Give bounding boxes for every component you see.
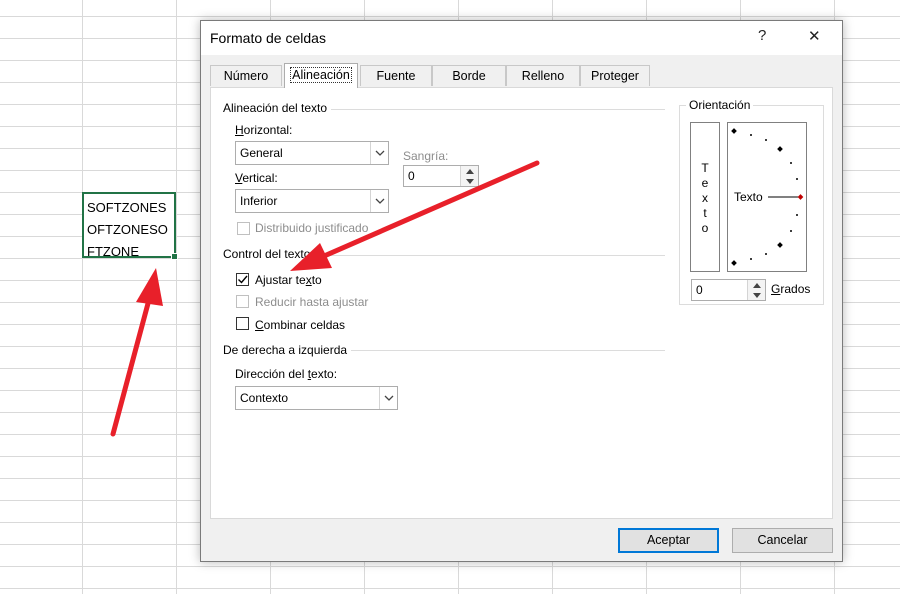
wrap-text-checkbox[interactable] (236, 273, 249, 286)
text-direction-select[interactable]: Contexto (235, 386, 398, 410)
vertical-value: Inferior (240, 194, 278, 208)
stepper-up-icon[interactable] (748, 280, 765, 290)
indent-label: Sangría: (403, 149, 449, 163)
tab-alineacion-label: Alineación (290, 67, 352, 83)
degrees-label: Grados (771, 282, 811, 296)
alignment-panel: Alineación del texto Horizontal: General… (210, 87, 833, 519)
tab-fuente[interactable]: Fuente (360, 65, 432, 86)
degrees-value: 0 (696, 283, 703, 297)
tab-relleno[interactable]: Relleno (506, 65, 580, 86)
indent-stepper[interactable]: 0 (403, 165, 479, 187)
stepper-up-icon[interactable] (461, 166, 478, 176)
fill-handle[interactable] (171, 253, 178, 260)
text-control-group-label: Control del texto (223, 247, 315, 261)
orientation-group: Orientación T e x t o Texto 0 Grados (679, 98, 824, 305)
indent-value: 0 (408, 169, 415, 183)
shrink-to-fit-label: Reducir hasta ajustar (255, 295, 369, 309)
merge-cells-checkbox[interactable] (236, 317, 249, 330)
dial-text-label: Texto (734, 190, 763, 204)
justify-distributed-checkbox[interactable] (237, 222, 250, 235)
tab-alineacion[interactable]: Alineación (284, 63, 358, 88)
shrink-to-fit-checkbox[interactable] (236, 295, 249, 308)
chevron-down-icon (370, 142, 388, 164)
dialog-titlebar: Formato de celdas ? ✕ (201, 21, 842, 55)
rtl-group-label: De derecha a izquierda (223, 343, 352, 357)
horizontal-value: General (240, 146, 283, 160)
vertical-label: Vertical: (235, 171, 278, 185)
tab-proteger[interactable]: Proteger (580, 65, 650, 86)
cell-text-line-3: FTZONE (87, 244, 139, 259)
cell-text-line-1: SOFTZONES (87, 200, 167, 215)
close-button[interactable]: ✕ (808, 27, 821, 45)
horizontal-select[interactable]: General (235, 141, 389, 165)
text-direction-value: Contexto (240, 391, 289, 405)
checkmark-icon (238, 275, 248, 284)
help-button[interactable]: ? (758, 27, 766, 44)
orientation-dial[interactable]: Texto (727, 122, 807, 272)
stepper-down-icon[interactable] (748, 290, 765, 300)
dialog-title: Formato de celdas (210, 30, 326, 46)
selected-cell[interactable]: SOFTZONES OFTZONESO FTZONE (82, 192, 178, 260)
merge-cells-label: Combinar celdas (255, 318, 346, 332)
text-direction-label: Dirección del texto: (235, 367, 338, 381)
justify-distributed-label: Distribuido justificado (255, 221, 369, 235)
cancel-button[interactable]: Cancelar (732, 528, 833, 553)
cell-text-line-2: OFTZONESO (87, 222, 168, 237)
annotation-arrow-to-cell (110, 268, 163, 437)
wrap-text-label: Ajustar texto (255, 273, 322, 287)
text-alignment-group-label: Alineación del texto (223, 101, 332, 115)
stepper-down-icon[interactable] (461, 176, 478, 186)
degrees-stepper[interactable]: 0 (691, 279, 766, 301)
horizontal-label: Horizontal: (235, 123, 293, 137)
tab-borde[interactable]: Borde (432, 65, 506, 86)
orientation-group-label: Orientación (686, 98, 754, 112)
vertical-text-box[interactable]: T e x t o (690, 122, 720, 272)
chevron-down-icon (370, 190, 388, 212)
vertical-select[interactable]: Inferior (235, 189, 389, 213)
tab-numero[interactable]: Número (210, 65, 282, 86)
chevron-down-icon (379, 387, 397, 409)
format-cells-dialog: Formato de celdas ? ✕ Número Alineación … (200, 20, 843, 562)
ok-button[interactable]: Aceptar (618, 528, 719, 553)
